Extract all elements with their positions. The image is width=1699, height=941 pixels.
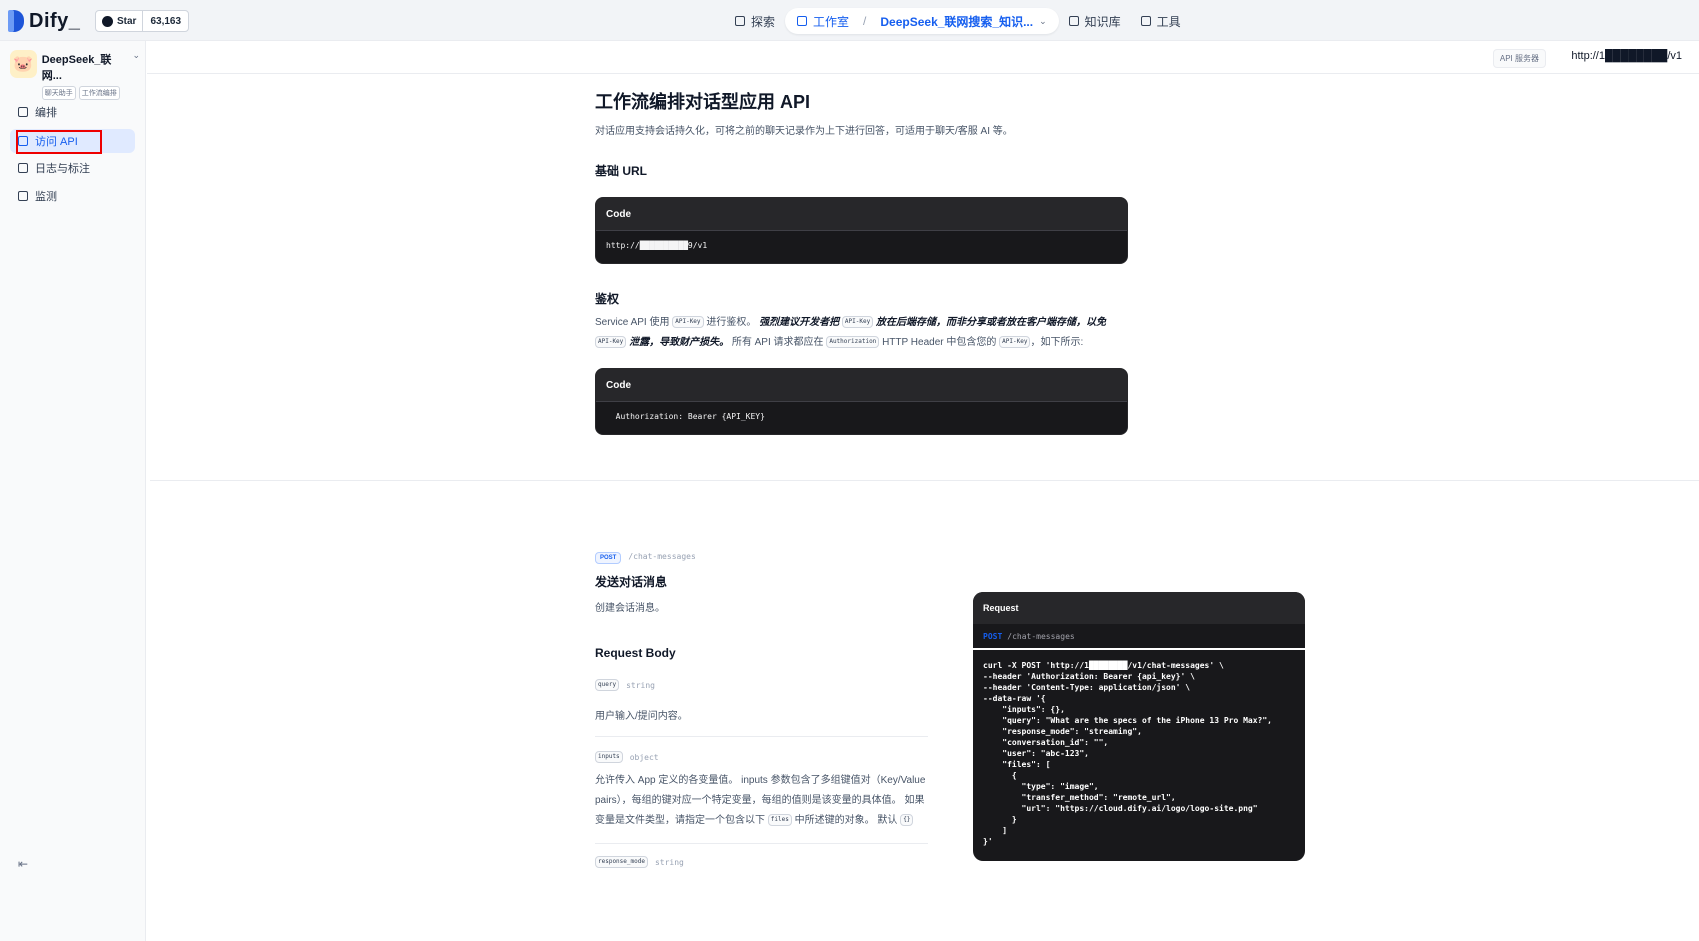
field-inputs-description: 允许传入 App 定义的各变量值。 inputs 参数包含了多组键值对（Key/… bbox=[595, 775, 926, 827]
base-url-section: 基础 URL Code http://██████████9/v1 bbox=[595, 162, 1128, 264]
sidebar-item-orchestrate[interactable]: 编排 bbox=[10, 100, 135, 124]
github-star-button[interactable]: Star 63,163 bbox=[95, 10, 190, 32]
chevron-down-icon: ⌄ bbox=[1039, 15, 1047, 26]
app-name: DeepSeek_联网... bbox=[41, 54, 112, 82]
nav-explore[interactable]: 探索 bbox=[725, 8, 785, 34]
workflow-badge: 工作流编排 bbox=[78, 86, 120, 100]
brand-name: Dify_ bbox=[29, 9, 81, 32]
auth-section: 鉴权 Service API 使用 API-Key 进行鉴权。 强烈建议开发者把… bbox=[595, 290, 1128, 435]
terminal-icon bbox=[18, 136, 28, 146]
nav-tools[interactable]: 工具 bbox=[1131, 8, 1191, 34]
github-icon bbox=[102, 15, 113, 27]
robot-icon bbox=[797, 16, 808, 26]
doc-intro: 工作流编排对话型应用 API 对话应用支持会话持久化，可将之前的聊天记录作为上下… bbox=[595, 88, 1128, 137]
request-code-panel: Request POST/chat-messages curl -X POST … bbox=[973, 592, 1305, 861]
sidebar-item-api-access[interactable]: 访问 API bbox=[10, 129, 135, 153]
auth-code: Authorization: Bearer {API_KEY} bbox=[606, 412, 765, 421]
chevron-down-icon[interactable]: ⌄ bbox=[132, 50, 140, 83]
app-avatar: 🐷 bbox=[10, 50, 37, 78]
api-server-url[interactable]: http://1████████/v1 bbox=[1571, 50, 1682, 62]
method-badge: POST bbox=[595, 552, 622, 564]
document-icon bbox=[18, 163, 28, 173]
request-route: POST/chat-messages bbox=[973, 624, 1305, 650]
star-label: Star bbox=[117, 15, 137, 27]
main-content: API 服务器 http://1████████/v1 工作流编排对话型应用 A… bbox=[147, 41, 1699, 941]
page-title: 工作流编排对话型应用 API bbox=[595, 92, 811, 112]
send-message-heading: 发送对话消息 bbox=[595, 575, 668, 589]
request-body-heading: Request Body bbox=[595, 646, 676, 660]
top-bar: Dify_ Star 63,163 探索 工作室 / DeepSeek_联网搜索_知… bbox=[0, 0, 1699, 41]
api-header: API 服务器 http://1████████/v1 bbox=[147, 41, 1699, 74]
sidebar-item-monitor[interactable]: 监测 bbox=[10, 184, 135, 208]
app-info[interactable]: 🐷 DeepSeek_联网... 聊天助手 工作流编排 ⌄ bbox=[10, 50, 140, 100]
tools-icon bbox=[1140, 16, 1151, 26]
section-divider bbox=[150, 480, 1699, 481]
top-nav: 探索 工作室 / DeepSeek_联网搜索_知识... ⌄ 知识库 工具 bbox=[725, 8, 1191, 34]
field-inputs: inputs object bbox=[595, 751, 928, 763]
base-url-heading: 基础 URL bbox=[595, 164, 647, 178]
code-label: Code bbox=[596, 369, 1127, 402]
nav-knowledge[interactable]: 知识库 bbox=[1059, 8, 1131, 34]
auth-codebox: Code Authorization: Bearer {API_KEY} bbox=[595, 368, 1128, 435]
chat-messages-section: POST/chat-messages 发送对话消息 创建会话消息。 Reques… bbox=[595, 546, 928, 868]
collapse-sidebar-icon[interactable]: ⇤ bbox=[18, 857, 28, 871]
field-query: query string bbox=[595, 679, 928, 691]
auth-heading: 鉴权 bbox=[595, 292, 620, 306]
app-mode-badge: 聊天助手 bbox=[41, 86, 76, 100]
endpoint-route: /chat-messages bbox=[628, 552, 696, 561]
current-app-selector[interactable]: DeepSeek_联网搜索_知识... bbox=[880, 13, 1033, 30]
book-icon bbox=[1068, 16, 1079, 26]
send-message-description: 创建会话消息。 bbox=[595, 603, 665, 614]
page-description: 对话应用支持会话持久化，可将之前的聊天记录作为上下进行回答，可适用于聊天/客服 … bbox=[595, 126, 1013, 137]
request-code: curl -X POST 'http://1████████/v1/chat-m… bbox=[983, 661, 1272, 846]
explore-icon bbox=[735, 16, 745, 26]
star-count: 63,163 bbox=[150, 15, 182, 27]
field-response-mode: response_mode string bbox=[595, 856, 928, 868]
layout-icon bbox=[18, 107, 28, 117]
code-label: Code bbox=[596, 198, 1127, 231]
api-server-badge: API 服务器 bbox=[1492, 49, 1546, 68]
dify-logo[interactable]: Dify_ bbox=[8, 9, 81, 33]
auth-description: Service API 使用 API-Key 进行鉴权。 强烈建议开发者把 AP… bbox=[595, 316, 1106, 349]
monitor-icon bbox=[18, 191, 28, 201]
field-query-description: 用户输入/提问内容。 bbox=[595, 711, 688, 722]
base-url-codebox: Code http://██████████9/v1 bbox=[595, 197, 1128, 264]
nav-studio[interactable]: 工作室 / DeepSeek_联网搜索_知识... ⌄ bbox=[785, 8, 1059, 34]
dify-logo-icon bbox=[8, 10, 24, 32]
base-url-code: http://██████████9/v1 bbox=[606, 241, 708, 250]
request-heading: Request bbox=[973, 592, 1305, 624]
sidebar-item-logs[interactable]: 日志与标注 bbox=[10, 156, 135, 180]
